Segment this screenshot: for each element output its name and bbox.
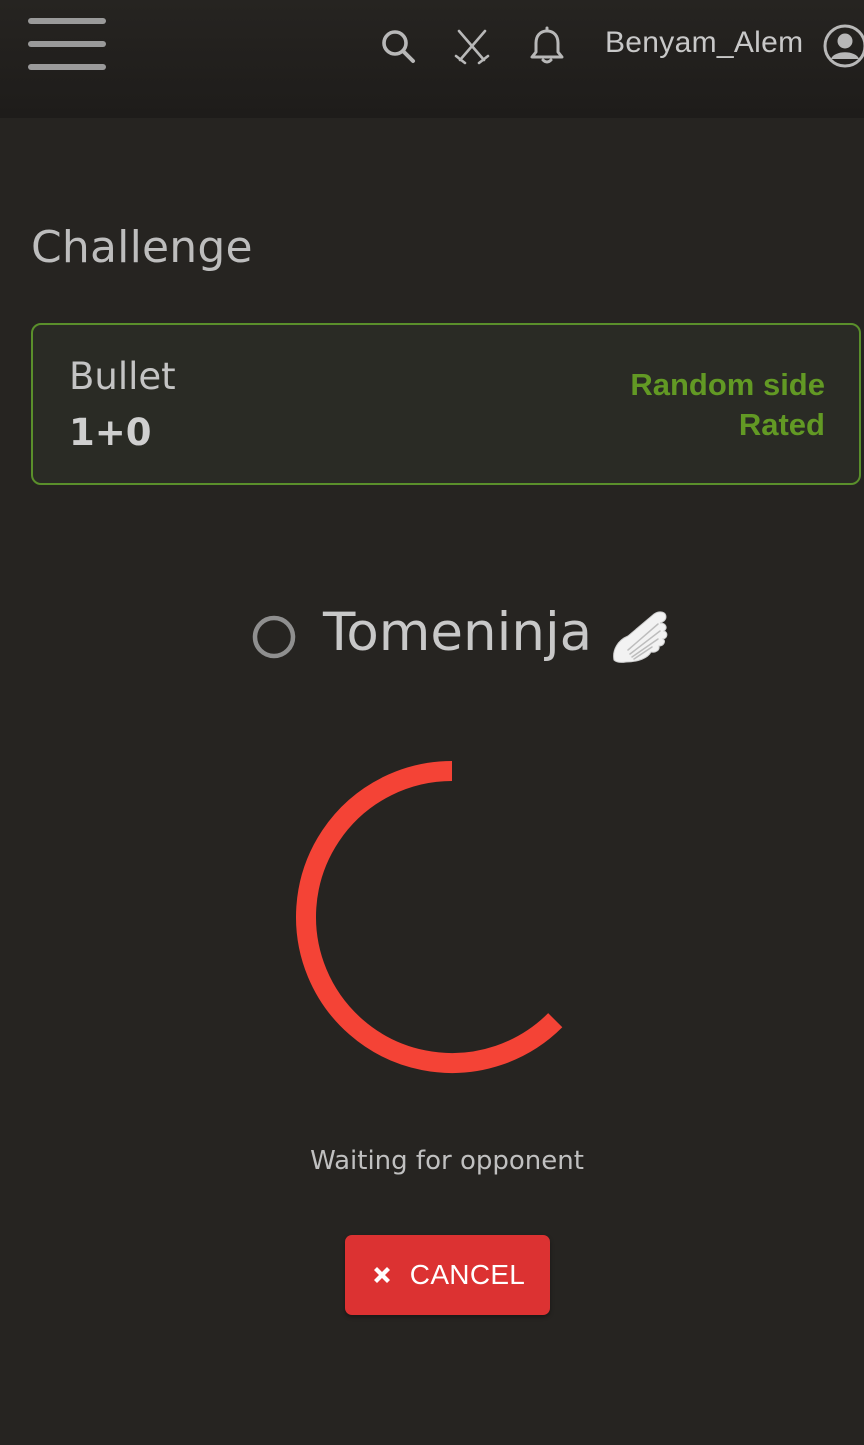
rated-mode: Rated — [738, 407, 825, 442]
top-bar: Benyam_Alem — [0, 0, 864, 118]
offline-circle-icon — [251, 614, 297, 660]
bell-icon[interactable] — [527, 26, 567, 66]
username-link[interactable]: Benyam_Alem — [605, 26, 803, 60]
challenge-page: Benyam_Alem Challenge Bullet 1+0 Random … — [0, 0, 864, 1445]
cancel-button[interactable]: CANCEL — [345, 1235, 550, 1315]
crossed-swords-icon[interactable] — [452, 26, 492, 66]
game-speed: Bullet — [69, 355, 176, 398]
cancel-label: CANCEL — [409, 1259, 526, 1290]
wing-icon — [608, 606, 672, 666]
time-control: 1+0 — [69, 411, 152, 454]
user-circle-icon[interactable] — [822, 23, 864, 69]
opponent-name[interactable]: Tomeninja — [323, 602, 592, 663]
loading-spinner — [296, 761, 563, 1073]
hamburger-menu-icon[interactable] — [28, 18, 106, 72]
waiting-message: Waiting for opponent — [310, 1146, 584, 1176]
challenge-summary-card: Bullet 1+0 Random side Rated — [31, 323, 861, 485]
color-choice: Random side — [630, 367, 825, 402]
page-title: Challenge — [31, 222, 253, 274]
close-x-icon — [373, 1267, 390, 1283]
search-icon[interactable] — [378, 26, 418, 66]
